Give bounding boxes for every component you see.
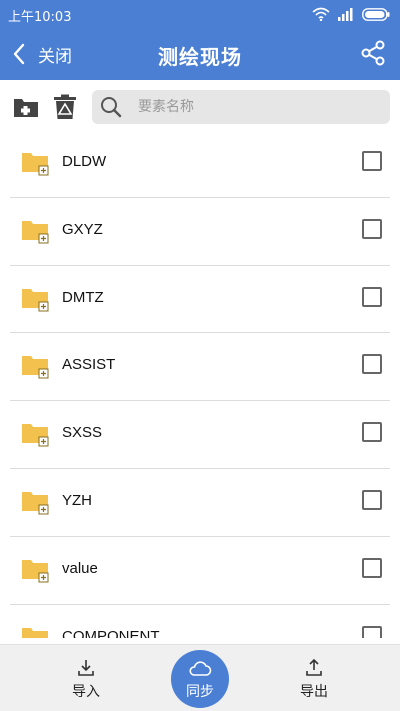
sync-label: 同步 [186, 684, 214, 700]
folder-icon [22, 288, 49, 312]
toolbar [0, 80, 400, 134]
export-button[interactable]: 导出 [284, 659, 344, 701]
list-item[interactable]: ASSIST [10, 333, 390, 402]
folder-icon [22, 491, 49, 515]
item-checkbox[interactable] [362, 218, 382, 239]
sync-button[interactable]: 同步 [171, 650, 229, 708]
delete-icon[interactable] [52, 94, 78, 120]
list-item[interactable]: YZH [10, 469, 390, 537]
page-title: 测绘现场 [158, 45, 242, 69]
item-checkbox[interactable] [362, 625, 382, 638]
folder-icon [22, 627, 48, 638]
import-button[interactable]: 导入 [56, 659, 116, 701]
list-item[interactable]: SXSS [10, 401, 390, 469]
nav-bar: 关闭 测绘现场 [0, 28, 400, 80]
folder-icon [22, 356, 49, 379]
item-name: value [62, 559, 98, 577]
status-time: 上午10:03 [8, 10, 72, 25]
item-name: DLDW [62, 153, 107, 170]
import-icon [78, 660, 94, 676]
folder-icon [22, 559, 49, 583]
list-item[interactable]: DMTZ [10, 266, 390, 334]
folder-icon [22, 153, 49, 176]
item-checkbox[interactable] [362, 354, 382, 375]
list-item[interactable]: COMPONENT [10, 605, 390, 638]
item-name: ASSIST [62, 356, 116, 374]
wifi-icon [312, 7, 330, 21]
item-checkbox[interactable] [362, 422, 382, 443]
item-checkbox[interactable] [362, 489, 382, 510]
search-icon [101, 97, 122, 118]
item-checkbox[interactable] [362, 151, 382, 171]
search-input[interactable] [138, 95, 378, 119]
import-label: 导入 [72, 684, 100, 700]
share-icon[interactable] [360, 40, 386, 66]
export-icon [306, 659, 322, 676]
item-name: COMPONENT [62, 627, 160, 638]
list-item[interactable]: DLDW [10, 130, 390, 198]
status-bar: 上午10:03 [0, 0, 400, 28]
item-name: SXSS [62, 424, 103, 442]
item-checkbox[interactable] [362, 286, 382, 307]
item-name: DMTZ [62, 288, 104, 306]
list-item[interactable]: GXYZ [10, 198, 390, 266]
export-label: 导出 [300, 684, 328, 700]
item-name: YZH [62, 491, 92, 509]
app-header: 上午10:03 关闭 测绘现场 [0, 0, 400, 80]
new-folder-icon[interactable] [13, 94, 39, 120]
folder-icon [22, 220, 49, 244]
folder-icon [22, 424, 49, 447]
search-box[interactable] [92, 90, 390, 124]
battery-icon [362, 7, 390, 21]
cloud-icon [189, 661, 212, 676]
feature-folder-list: DLDW GXYZ DMTZ ASSIST SXSS YZH value COM… [0, 130, 400, 638]
status-icons [312, 7, 390, 21]
list-item[interactable]: value [10, 537, 390, 605]
item-name: GXYZ [62, 220, 103, 238]
signal-icon [338, 7, 353, 21]
item-checkbox[interactable] [362, 557, 382, 578]
